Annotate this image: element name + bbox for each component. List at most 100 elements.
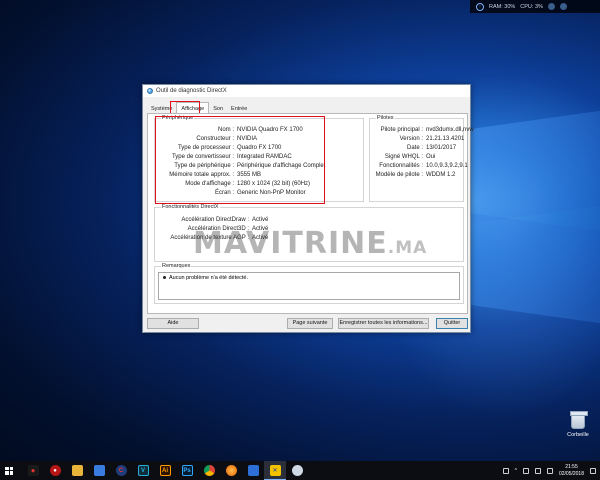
bullet-icon xyxy=(163,276,166,280)
illustrator-icon: Ai xyxy=(159,465,171,476)
folder-icon xyxy=(71,465,83,476)
device-group: Périphérique Nom : NVIDIA Quadro FX 1700 … xyxy=(154,115,364,202)
taskbar: ◆ ● C V Ai Ps ✕ ^ 21:55 02/05/2018 xyxy=(0,461,600,480)
display-tab-panel: Périphérique Nom : NVIDIA Quadro FX 1700 … xyxy=(147,113,474,314)
taskbar-app-red-circle[interactable]: ● xyxy=(44,461,66,480)
chrome-icon xyxy=(203,465,215,476)
value-device-type: Périphérique d'affichage Complet xyxy=(237,162,326,169)
system-monitor-gadget[interactable]: ↑ RAM: 30% CPU: 3% xyxy=(470,0,600,13)
quit-button[interactable]: Quitter xyxy=(436,318,468,329)
label-device-type: Type de périphérique : xyxy=(174,162,234,169)
device-row: Mode d'affichage :1280 x 1024 (32 bit) (… xyxy=(157,179,325,188)
gallery-icon xyxy=(291,465,303,476)
taskbar-app-photoshop[interactable]: Ps xyxy=(176,461,198,480)
clock[interactable]: 21:55 02/05/2018 xyxy=(559,464,584,477)
start-button[interactable] xyxy=(0,461,18,480)
taskbar-app-illustrator[interactable]: Ai xyxy=(154,461,176,480)
status-dot-icon xyxy=(547,3,555,10)
taskbar-app-msi[interactable]: ◆ xyxy=(22,461,44,480)
blue-app-icon xyxy=(247,465,259,476)
taskbar-app-dxdiag[interactable]: ✕ xyxy=(264,461,286,480)
watermark-logo: MAVITRINE.MA xyxy=(193,226,427,261)
recycle-bin-shortcut[interactable]: Corbeille xyxy=(562,411,594,438)
driver-row: Pilote principal : nvd3dumx.dll,nvw xyxy=(371,125,474,134)
notes-group-title: Remarques xyxy=(161,263,192,269)
taskbar-app-v[interactable]: V xyxy=(132,461,154,480)
taskbar-app-blue[interactable] xyxy=(242,461,264,480)
notes-text: Aucun problème n'a été détecté. xyxy=(169,275,249,281)
pinned-apps: ◆ ● C V Ai Ps ✕ xyxy=(22,461,308,480)
notes-group: Remarques Aucun problème n'a été détecté… xyxy=(154,263,464,304)
driver-info: Pilote principal : nvd3dumx.dll,nvw Versi… xyxy=(371,125,474,179)
value-whql: Oui xyxy=(426,153,436,160)
device-row: Constructeur : NVIDIA xyxy=(157,134,325,143)
device-row: Mémoire totale approx. :3555 MB xyxy=(157,170,325,179)
clock-date: 02/05/2018 xyxy=(558,470,584,477)
ccleaner-icon: C xyxy=(115,465,127,476)
next-page-button[interactable]: Page suivante xyxy=(287,318,333,329)
value-dac-type: Integrated RAMDAC xyxy=(237,153,292,160)
label-driver-model: Modèle de pilote : xyxy=(375,171,423,178)
cpu-usage: CPU: 3% xyxy=(520,3,543,10)
label-date: Date : xyxy=(406,144,423,151)
device-row: Type de convertisseur : Integrated RAMDAC xyxy=(157,152,325,161)
keyboard-icon[interactable] xyxy=(546,467,553,474)
help-button[interactable]: Aide xyxy=(147,318,199,329)
label-main-driver: Pilote principal : xyxy=(380,126,423,133)
taskbar-app-store[interactable] xyxy=(88,461,110,480)
volume-icon[interactable] xyxy=(534,467,541,474)
save-all-info-button[interactable]: Enregistrer toutes les informations... xyxy=(338,318,429,329)
value-memory: 3555 MB xyxy=(237,171,262,178)
windows-logo-icon xyxy=(5,466,13,475)
value-name: NVIDIA Quadro FX 1700 xyxy=(237,126,303,133)
device-row: Nom : NVIDIA Quadro FX 1700 xyxy=(157,125,325,134)
label-memory: Mémoire totale approx. : xyxy=(169,171,234,178)
taskbar-app-firefox[interactable] xyxy=(220,461,242,480)
people-icon[interactable] xyxy=(502,467,509,474)
drivers-group-title: Pilotes xyxy=(376,115,395,121)
taskbar-app-file-explorer[interactable] xyxy=(66,461,88,480)
firefox-icon xyxy=(225,465,237,476)
ram-usage: RAM: 30% xyxy=(489,3,516,10)
show-hidden-icons-chevron[interactable]: ^ xyxy=(515,468,517,474)
system-tray: ^ 21:55 02/05/2018 xyxy=(502,461,596,480)
driver-row: Version :21.21.13.4201 xyxy=(371,134,474,143)
red-circle-icon: ● xyxy=(49,465,61,476)
title-bar[interactable]: Outil de diagnostic DirectX xyxy=(143,85,470,97)
label-name: Nom : xyxy=(217,126,234,133)
driver-row: Date :13/01/2017 xyxy=(371,143,474,152)
device-info: Nom : NVIDIA Quadro FX 1700 Constructeur … xyxy=(157,125,325,197)
label-display-mode: Mode d'affichage : xyxy=(185,180,234,187)
watermark-main: MAVITRINE xyxy=(193,226,388,261)
taskbar-app-gallery[interactable] xyxy=(286,461,308,480)
device-group-title: Périphérique xyxy=(161,115,195,121)
label-whql: Signé WHQL : xyxy=(384,153,423,160)
taskbar-app-ccleaner[interactable]: C xyxy=(110,461,132,480)
value-directdraw: Activé xyxy=(252,216,269,223)
label-version: Version : xyxy=(399,135,423,142)
value-date: 13/01/2017 xyxy=(426,144,457,151)
rocket-icon: ↑ xyxy=(476,2,484,11)
driver-row: Fonctionnalités :10.0,9.3,9.2,9.1 xyxy=(371,161,474,170)
label-manufacturer: Constructeur : xyxy=(196,135,234,142)
feature-row: Accélération DirectDraw : Activé xyxy=(157,215,268,224)
device-row: Type de périphérique : Périphérique d'aff… xyxy=(157,161,325,170)
status-dot-icon xyxy=(559,3,567,10)
label-dac-type: Type de convertisseur : xyxy=(171,153,234,160)
window-title: Outil de diagnostic DirectX xyxy=(156,88,227,94)
notifications-icon[interactable] xyxy=(590,467,596,474)
notes-text-area[interactable]: Aucun problème n'a été détecté. xyxy=(158,272,460,300)
device-row: Type de processeur : Quadro FX 1700 xyxy=(157,143,325,152)
taskbar-app-chrome[interactable] xyxy=(198,461,220,480)
value-monitor: Generic Non-PnP Monitor xyxy=(237,189,306,196)
watermark-suffix: .MA xyxy=(387,238,428,258)
label-directdraw: Accélération DirectDraw : xyxy=(181,216,249,223)
device-row: Écran : Generic Non-PnP Monitor xyxy=(157,188,325,197)
label-chip-type: Type de processeur : xyxy=(177,144,234,151)
photoshop-icon: Ps xyxy=(181,465,193,476)
label-monitor: Écran : xyxy=(214,189,234,196)
value-chip-type: Quadro FX 1700 xyxy=(237,144,282,151)
network-icon[interactable] xyxy=(522,467,529,474)
driver-row: Modèle de pilote : WDDM 1.2 xyxy=(371,170,474,179)
value-version: 21.21.13.4201 xyxy=(426,135,465,142)
